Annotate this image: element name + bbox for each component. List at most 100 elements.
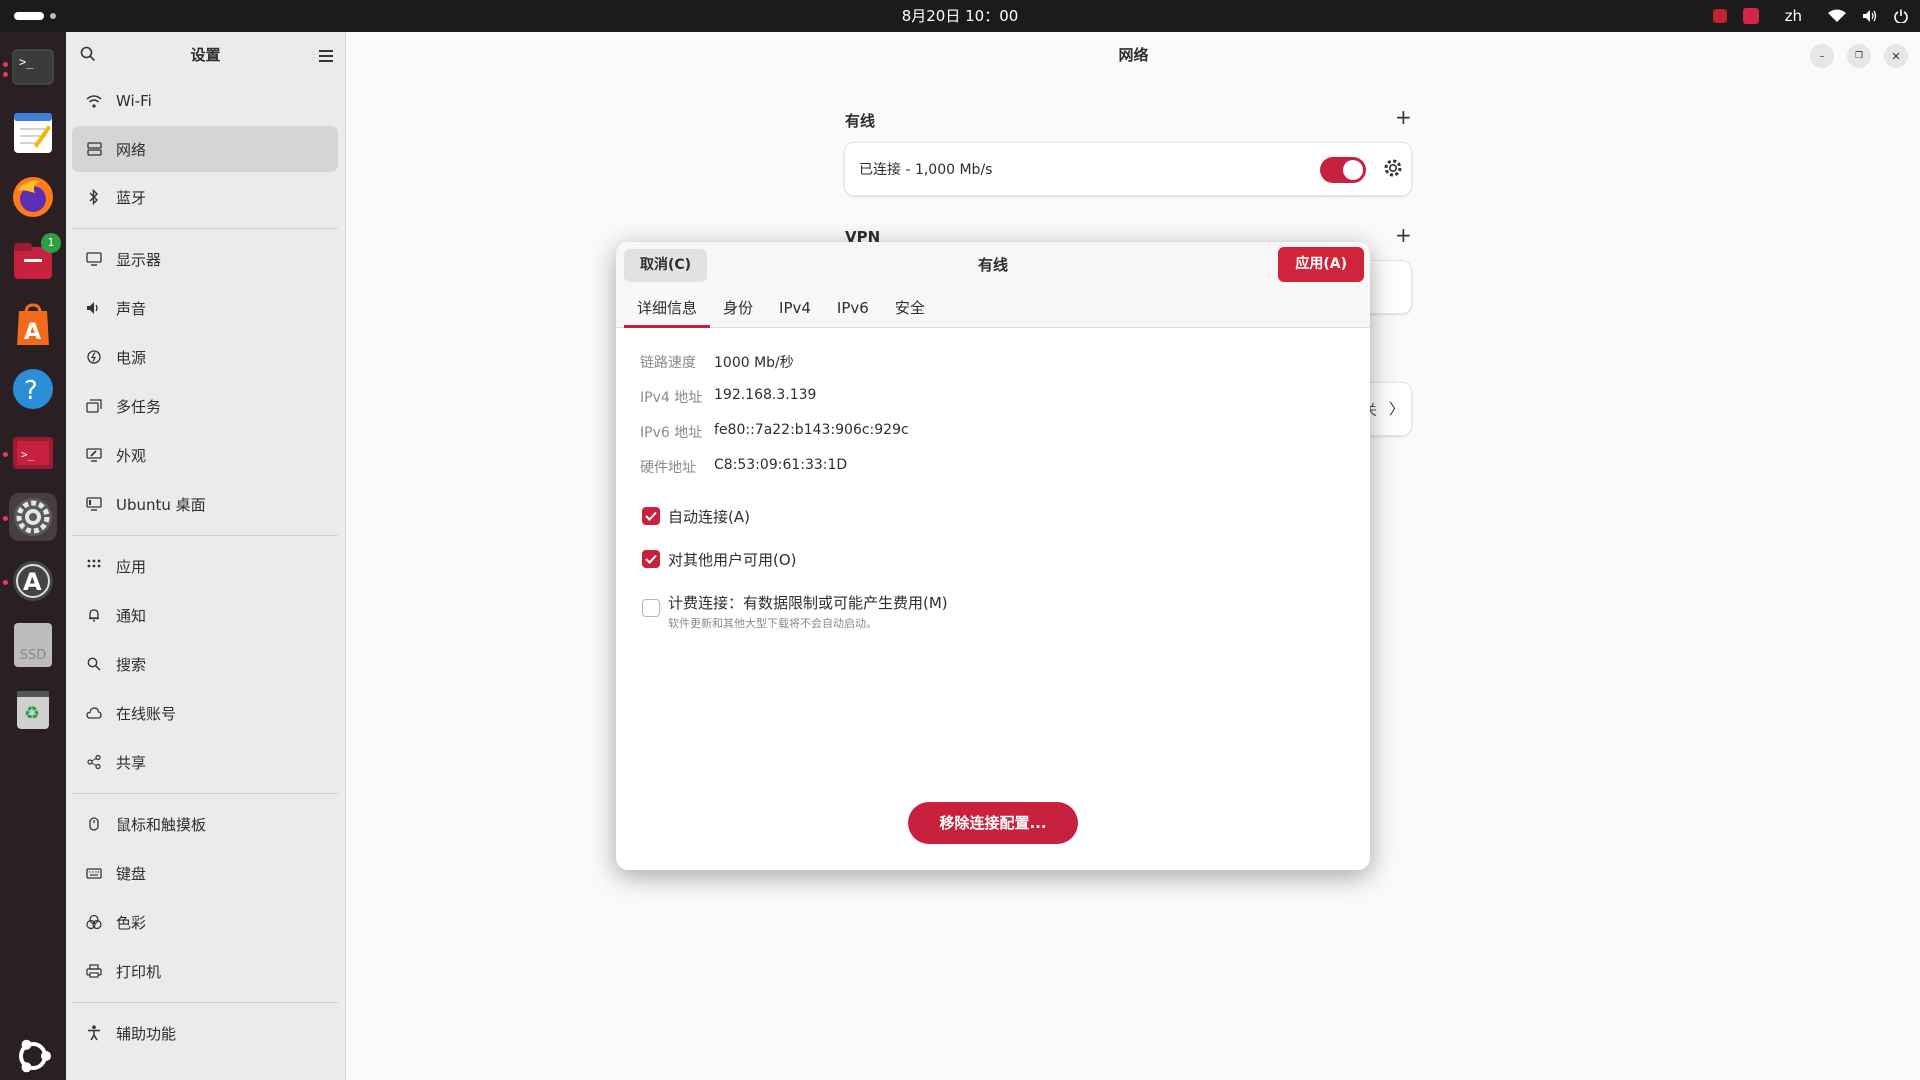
dock-show-apps[interactable] [9,1032,57,1080]
tab-security[interactable]: 安全 [882,288,938,328]
keyboard-icon [86,865,102,881]
dock-files[interactable]: 1 [9,233,61,285]
sidebar-item-keyboard[interactable]: 键盘 [72,850,338,896]
running-indicator [3,62,8,67]
detail-link-speed: 链路速度 1000 Mb/秒 [640,352,794,372]
tab-ipv4[interactable]: IPv4 [766,288,824,328]
activities-indicator[interactable] [14,12,56,20]
workspace-pill [14,12,44,20]
dock-ssd-drive[interactable]: SSD [9,621,57,669]
sidebar-item-online-accounts[interactable]: 在线账号 [72,690,338,736]
sidebar-item-power[interactable]: 电源 [72,334,338,380]
sidebar-item-search[interactable]: 搜索 [72,641,338,687]
all-users-label[interactable]: 对其他用户可用(O) [668,549,797,570]
share-icon [86,754,102,770]
apply-button[interactable]: 应用(A) [1278,247,1364,282]
sidebar-item-label: 电源 [116,348,147,367]
dock-terminal[interactable]: >_ [9,43,57,91]
sidebar-item-bluetooth[interactable]: 蓝牙 [72,174,338,220]
ssd-label: SSD [19,648,47,663]
dialog-header: 有线 取消(C) 应用(A) 详细信息 身份 IPv4 IPv6 安全 [616,242,1370,328]
wired-settings-dialog: 有线 取消(C) 应用(A) 详细信息 身份 IPv4 IPv6 安全 链路速度… [616,242,1370,870]
dock-trash[interactable]: ♻ [9,685,57,733]
tray-app2-icon[interactable] [1742,8,1759,24]
auto-connect-checkbox[interactable] [642,507,660,525]
power-icon[interactable] [1894,9,1908,23]
wired-connection-card: 已连接 - 1,000 Mb/s [844,142,1412,196]
sidebar-item-mouse-touchpad[interactable]: 鼠标和触摸板 [72,801,338,847]
running-indicator [3,452,8,457]
wired-settings-button[interactable] [1383,158,1403,182]
metered-label[interactable]: 计费连接：有数据限制或可能产生费用(M) [668,592,948,613]
tab-ipv6[interactable]: IPv6 [824,288,882,328]
tray-app-icon[interactable] [1712,9,1727,23]
dock-software-updater[interactable]: A [9,557,57,605]
sidebar-item-color[interactable]: 色彩 [72,899,338,945]
plus-icon: + [1395,105,1412,129]
sidebar-item-apps[interactable]: 应用 [72,543,338,589]
sidebar-item-wifi[interactable]: Wi-Fi [72,78,338,124]
sidebar-item-label: 打印机 [116,962,162,981]
sidebar-item-multitasking[interactable]: 多任务 [72,383,338,429]
add-wired-button[interactable]: + [1395,105,1412,129]
display-icon [86,251,102,267]
dock-help[interactable]: ? [9,365,57,413]
checkmark-icon [645,554,657,564]
dock-screencast[interactable]: >_ [9,429,57,477]
sidebar-item-label: 外观 [116,446,147,465]
clock-text[interactable]: 8月20日 10：00 [902,7,1019,25]
dock-app-center[interactable]: A [9,301,57,349]
auto-connect-label[interactable]: 自动连接(A) [668,506,750,527]
help-icon: ? [13,369,53,409]
hamburger-menu-icon [319,50,333,62]
svg-text:>_: >_ [21,448,35,461]
tab-identity[interactable]: 身份 [710,288,766,328]
sidebar-separator [72,228,338,229]
maximize-button[interactable]: ❐ [1847,44,1871,68]
sidebar-item-appearance[interactable]: 外观 [72,432,338,478]
menu-button[interactable] [319,47,333,66]
sidebar-item-label: Ubuntu 桌面 [116,495,206,514]
detail-value: 192.168.3.139 [714,387,817,403]
dock-settings[interactable] [9,493,57,541]
dock-firefox[interactable] [9,173,57,221]
close-button[interactable]: ✕ [1884,44,1908,68]
sidebar-separator [72,1002,338,1003]
sidebar-item-label: 多任务 [116,397,162,416]
sidebar-item-label: 在线账号 [116,704,177,723]
dock-text-editor[interactable] [9,109,57,157]
chevron-right-icon: 〉 [1389,400,1405,418]
ubuntu-logo-icon [19,1039,51,1073]
metered-checkbox[interactable] [642,599,660,617]
metered-row: 计费连接：有数据限制或可能产生费用(M) 软件更新和其他大型下载将不会自动启动。 [642,592,948,631]
sidebar-item-network[interactable]: 网络 [72,126,338,172]
maximize-icon: ❐ [1854,51,1864,61]
sidebar-separator [72,793,338,794]
input-method-indicator[interactable]: zh [1785,7,1802,25]
all-users-checkbox[interactable] [642,550,660,568]
detail-key: 链路速度 [640,355,696,371]
minimize-button[interactable]: – [1810,44,1834,68]
volume-icon[interactable] [1862,9,1878,23]
sidebar-item-accessibility[interactable]: 辅助功能 [72,1010,338,1056]
cancel-button[interactable]: 取消(C) [624,249,708,282]
detail-ipv6-address: IPv6 地址 fe80::7a22:b143:906c:929c [640,422,909,442]
sidebar-item-sharing[interactable]: 共享 [72,739,338,785]
sidebar-item-label: 蓝牙 [116,188,147,207]
sidebar-item-printers[interactable]: 打印机 [72,948,338,994]
printer-icon [86,963,102,979]
sidebar-item-displays[interactable]: 显示器 [72,236,338,282]
tab-details[interactable]: 详细信息 [624,288,711,328]
wired-toggle[interactable] [1320,157,1366,183]
sidebar-separator [72,535,338,536]
sidebar-item-ubuntu-desktop[interactable]: Ubuntu 桌面 [72,481,338,527]
remove-connection-button[interactable]: 移除连接配置... [908,802,1078,844]
sidebar-item-notifications[interactable]: 通知 [72,592,338,638]
wifi-icon[interactable] [1828,9,1846,23]
files-badge: 1 [41,233,61,253]
page-title: 网络 [1118,46,1149,64]
add-vpn-button[interactable]: + [1395,223,1412,247]
bell-icon [86,607,102,623]
sidebar-item-sound[interactable]: 声音 [72,285,338,331]
sidebar-item-label: 键盘 [116,864,147,883]
